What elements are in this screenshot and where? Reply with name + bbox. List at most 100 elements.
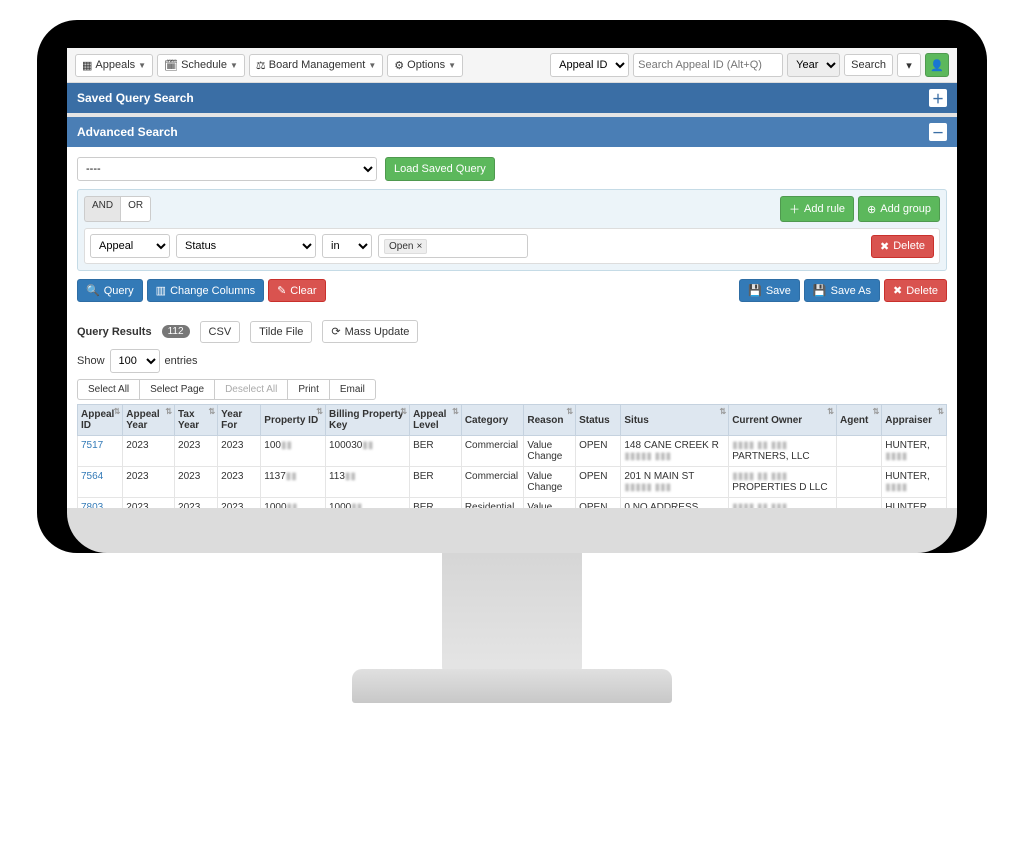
add-group-button[interactable]: ⊕Add group	[858, 196, 940, 222]
cell-status: OPEN	[576, 436, 621, 467]
cell-appealid[interactable]: 7517	[78, 436, 123, 467]
cell-category: Commercial	[461, 467, 524, 498]
col-category[interactable]: Category	[461, 405, 524, 436]
or-tab[interactable]: OR	[120, 196, 151, 222]
appealid-select[interactable]: Appeal ID	[550, 53, 629, 77]
cell-reason: Value Change	[524, 467, 576, 498]
col-appealid[interactable]: Appeal ID⇅	[78, 405, 123, 436]
save-icon: 💾	[813, 284, 827, 297]
cell-level: BER	[410, 436, 462, 467]
refresh-icon: ⟳	[331, 325, 340, 338]
results-table: Appeal ID⇅ Appeal Year⇅ Tax Year⇅ Year F…	[77, 404, 947, 508]
deselect-button[interactable]: Deselect All	[214, 379, 287, 400]
caret-icon: ▼	[138, 61, 146, 70]
filter-icon: ▾	[906, 59, 912, 72]
saved-query-title: Saved Query Search	[77, 91, 194, 105]
cell-situs: 148 CANE CREEK R▮▮▮▮▮ ▮▮▮	[621, 436, 729, 467]
nav-appeals[interactable]: ▦ Appeals ▼	[75, 54, 153, 77]
cell-agent	[837, 498, 882, 509]
table-row[interactable]: 78032023202320231000▮▮1000▮▮BERResidenti…	[78, 498, 947, 509]
table-row[interactable]: 75642023202320231137▮▮113▮▮BERCommercial…	[78, 467, 947, 498]
clear-button[interactable]: ✎Clear	[268, 279, 326, 302]
rule-field-select[interactable]: Status	[176, 234, 316, 258]
col-taxyear[interactable]: Tax Year⇅	[175, 405, 218, 436]
table-row[interactable]: 7517202320232023100▮▮100030▮▮BERCommerci…	[78, 436, 947, 467]
col-reason[interactable]: Reason⇅	[524, 405, 576, 436]
monitor-stand-neck	[442, 523, 582, 673]
nav-options[interactable]: ⚙ Options ▼	[387, 54, 463, 77]
mass-update-button[interactable]: ⟳Mass Update	[322, 320, 418, 343]
email-button[interactable]: Email	[329, 379, 376, 400]
cell-category: Commercial	[461, 436, 524, 467]
columns-icon: ▥	[156, 284, 166, 297]
advanced-body: ---- Load Saved Query AND OR ＋Add rule	[67, 147, 957, 312]
and-tab[interactable]: AND	[84, 196, 120, 222]
entries-select[interactable]: 100	[110, 349, 160, 373]
cell-situs: 201 N MAIN ST▮▮▮▮▮ ▮▮▮	[621, 467, 729, 498]
col-yearfor[interactable]: Year For	[218, 405, 261, 436]
add-rule-button[interactable]: ＋Add rule	[780, 196, 854, 222]
cell-appealyear: 2023	[123, 467, 175, 498]
cell-appraiser: HUNTER,▮▮▮▮	[882, 467, 947, 498]
results-section: Query Results 112 CSV Tilde File ⟳Mass U…	[67, 312, 957, 508]
nav-schedule[interactable]: 🗓 Schedule ▼	[157, 54, 245, 77]
close-icon[interactable]: ×	[416, 241, 422, 252]
change-columns-button[interactable]: ▥Change Columns	[147, 279, 264, 302]
saved-query-select[interactable]: ----	[77, 157, 377, 181]
cell-appraiser: HUNTER,▮▮▮▮	[882, 436, 947, 467]
user-button[interactable]: 👤	[925, 53, 949, 77]
nav-schedule-label: Schedule	[181, 59, 227, 71]
nav-options-label: Options	[407, 59, 445, 71]
col-level[interactable]: Appeal Level⇅	[410, 405, 462, 436]
rule-op-select[interactable]: in	[322, 234, 372, 258]
rule-actions: ＋Add rule ⊕Add group	[780, 196, 940, 222]
saved-query-header[interactable]: Saved Query Search ＋	[67, 83, 957, 113]
tilde-button[interactable]: Tilde File	[250, 321, 312, 343]
cell-billkey: 1000▮▮	[325, 498, 409, 509]
results-title: Query Results	[77, 326, 152, 338]
col-billkey[interactable]: Billing Property Key⇅	[325, 405, 409, 436]
delete-button[interactable]: ✖Delete	[884, 279, 947, 302]
cell-reason: Value Change	[524, 498, 576, 509]
sort-icon: ⇅	[316, 409, 323, 415]
col-appealyear[interactable]: Appeal Year⇅	[123, 405, 175, 436]
cell-appealid[interactable]: 7803	[78, 498, 123, 509]
collapse-icon[interactable]: －	[929, 123, 947, 141]
expand-icon[interactable]: ＋	[929, 89, 947, 107]
col-propid[interactable]: Property ID⇅	[261, 405, 326, 436]
cell-status: OPEN	[576, 467, 621, 498]
left-actions: 🔍Query ▥Change Columns ✎Clear	[77, 279, 326, 302]
plus-icon: ＋	[789, 201, 800, 217]
calendar-icon: 🗓	[164, 59, 178, 72]
csv-button[interactable]: CSV	[200, 321, 241, 343]
query-button[interactable]: 🔍Query	[77, 279, 143, 302]
col-status[interactable]: Status	[576, 405, 621, 436]
tag-open[interactable]: Open ×	[384, 239, 427, 254]
selection-row: Select All Select Page Deselect All Prin…	[77, 379, 947, 400]
rule-entity-select[interactable]: Appeal	[90, 234, 170, 258]
x-icon: ✖	[880, 240, 889, 253]
nav-board[interactable]: ⚖ Board Management ▼	[249, 54, 383, 77]
select-page-button[interactable]: Select Page	[139, 379, 214, 400]
year-select[interactable]: Year	[787, 53, 840, 77]
search-input[interactable]	[633, 53, 783, 77]
sort-icon: ⇅	[452, 409, 459, 415]
search-button[interactable]: Search	[844, 54, 893, 76]
print-button[interactable]: Print	[287, 379, 329, 400]
rule-value-input[interactable]: Open ×	[378, 234, 528, 258]
gavel-icon: ⚖	[256, 59, 266, 72]
cell-appealid[interactable]: 7564	[78, 467, 123, 498]
show-entries-row: Show 100 entries	[77, 349, 947, 373]
delete-rule-button[interactable]: ✖Delete	[871, 235, 934, 258]
filter-button[interactable]: ▾	[897, 53, 921, 77]
load-saved-query-button[interactable]: Load Saved Query	[385, 157, 495, 181]
save-button[interactable]: 💾Save	[739, 279, 800, 302]
col-owner[interactable]: Current Owner⇅	[729, 405, 837, 436]
saveas-button[interactable]: 💾Save As	[804, 279, 880, 302]
col-agent[interactable]: Agent⇅	[837, 405, 882, 436]
cell-agent	[837, 436, 882, 467]
col-appraiser[interactable]: Appraiser⇅	[882, 405, 947, 436]
advanced-search-header[interactable]: Advanced Search －	[67, 117, 957, 147]
col-situs[interactable]: Situs⇅	[621, 405, 729, 436]
select-all-button[interactable]: Select All	[77, 379, 139, 400]
